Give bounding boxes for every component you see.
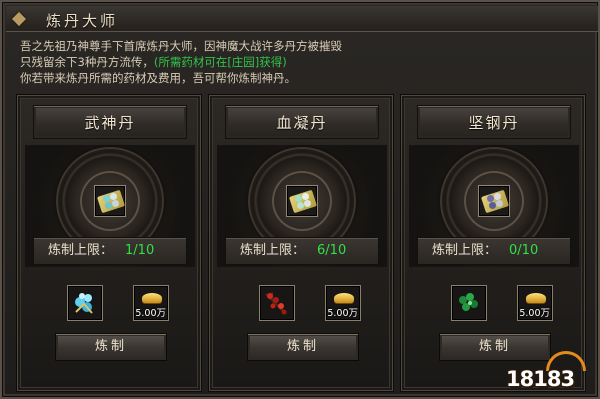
gold-cost-slot[interactable]: 5.00万 xyxy=(133,285,169,321)
description-line-2: 只残留余下3种丹方流传，(所需药材可在[庄园]获得) xyxy=(20,54,580,70)
pill-name: 血凝丹 xyxy=(276,114,328,132)
pill-card-xuening: 血凝丹 炼制上限： 6/10 5.00万 炼制 xyxy=(208,94,394,392)
description-line-2-text: 只残留余下3种丹方流传， xyxy=(20,55,154,69)
herb-source-hint: (所需药材可在[庄园]获得) xyxy=(153,55,287,69)
gold-cost-slot[interactable]: 5.00万 xyxy=(517,285,553,321)
gold-ingot-icon xyxy=(526,293,546,303)
craft-limit-value: 6/10 xyxy=(317,243,347,258)
pill-card-jiangang: 坚钢丹 炼制上限： 0/10 5.00万 炼制 xyxy=(400,94,586,392)
alchemy-master-window: 炼丹大师 吾之先祖乃神尊手下首席炼丹大师，因神魔大战许多丹方被摧毁 只残留余下3… xyxy=(0,0,600,399)
craft-button[interactable]: 炼制 xyxy=(55,333,167,361)
jiangang-pill-icon[interactable] xyxy=(478,185,510,217)
craft-limit-label: 炼制上限： xyxy=(48,243,114,258)
pill-card-wushen: 武神丹 炼制上限： 1/10 5.00万 炼制 xyxy=(16,94,202,392)
craft-cost: 5.00万 xyxy=(327,308,358,319)
wushen-pill-icon[interactable] xyxy=(94,185,126,217)
craft-limit: 炼制上限： 6/10 xyxy=(225,237,379,265)
craft-limit: 炼制上限： 1/10 xyxy=(33,237,187,265)
title-bar: 炼丹大师 xyxy=(6,6,598,32)
blue-crystal-herb-icon[interactable] xyxy=(67,285,103,321)
pill-name: 武神丹 xyxy=(84,114,136,132)
craft-limit-value: 0/10 xyxy=(509,243,539,258)
npc-description: 吾之先祖乃神尊手下首席炼丹大师，因神魔大战许多丹方被摧毁 只残留余下3种丹方流传… xyxy=(20,38,580,86)
xuening-pill-icon[interactable] xyxy=(286,185,318,217)
title-diamond-icon xyxy=(11,11,27,27)
site-watermark-logo: 18183 xyxy=(506,351,590,391)
gold-ingot-icon xyxy=(334,293,354,303)
craft-limit-label: 炼制上限： xyxy=(240,243,306,258)
card-header: 武神丹 xyxy=(33,105,187,139)
craft-cost: 5.00万 xyxy=(135,308,166,319)
window-title: 炼丹大师 xyxy=(46,12,119,30)
card-header: 血凝丹 xyxy=(225,105,379,139)
craft-cost: 5.00万 xyxy=(519,308,550,319)
description-line-3: 你若带来炼丹所需的药材及费用，吾可帮你炼制神丹。 xyxy=(20,71,296,85)
card-header: 坚钢丹 xyxy=(417,105,571,139)
watermark-text: 18183 xyxy=(506,367,575,391)
craft-button[interactable]: 炼制 xyxy=(247,333,359,361)
green-leaf-herb-icon[interactable] xyxy=(451,285,487,321)
gold-ingot-icon xyxy=(142,293,162,303)
gold-cost-slot[interactable]: 5.00万 xyxy=(325,285,361,321)
red-berry-herb-icon[interactable] xyxy=(259,285,295,321)
craft-limit: 炼制上限： 0/10 xyxy=(417,237,571,265)
craft-limit-value: 1/10 xyxy=(125,243,155,258)
craft-limit-label: 炼制上限： xyxy=(432,243,498,258)
pill-name: 坚钢丹 xyxy=(468,114,520,132)
description-line-1: 吾之先祖乃神尊手下首席炼丹大师，因神魔大战许多丹方被摧毁 xyxy=(20,39,342,53)
